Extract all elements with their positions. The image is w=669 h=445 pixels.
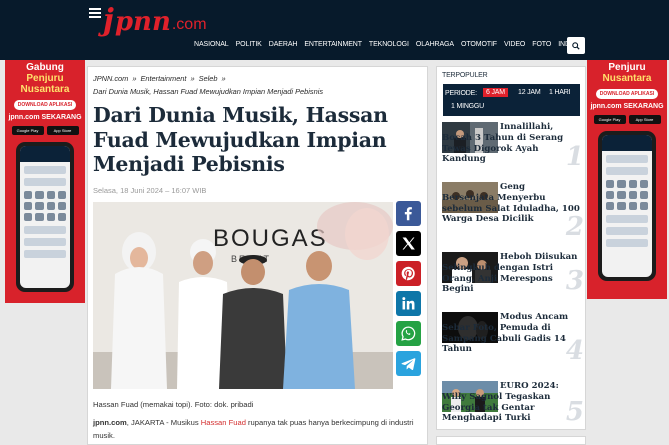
ad-headline: Gabung — [26, 62, 64, 73]
popular-rank: 1 — [565, 142, 584, 172]
period-tabs: Periode: 6 Jam 12 Jam 1 Hari 1 Minggu — [443, 84, 580, 116]
logo-pnn: pnn — [114, 7, 171, 37]
ad-store-badges: Google Play App Store — [587, 115, 667, 124]
body-tag-link[interactable]: Hassan Fuad — [201, 418, 246, 427]
ad-subheadline: Penjuru Nusantara — [20, 73, 70, 95]
ad-download-badge: DOWNLOAD APLIKASI — [596, 89, 658, 99]
popular-title[interactable]: EURO 2024: Willy Sagnol Tegaskan Georgia… — [442, 381, 580, 424]
ad-banner-left[interactable]: Gabung Penjuru Nusantara DOWNLOAD APLIKA… — [5, 60, 85, 303]
search-button[interactable] — [567, 37, 585, 54]
share-linkedin-button[interactable] — [396, 291, 421, 316]
share-facebook-button[interactable] — [396, 201, 421, 226]
ad-download-badge: DOWNLOAD APLIKASI — [14, 100, 76, 110]
app-store-badge: App Store — [628, 115, 661, 124]
logo-j: j — [103, 3, 114, 38]
phone-mockup — [16, 142, 74, 292]
article-photo: BOUGAS BEAUT — [93, 202, 393, 389]
popular-item[interactable]: Heboh Diisukan Selingkuh dengan Istri Or… — [442, 252, 584, 306]
google-play-badge: Google Play — [11, 126, 44, 135]
phone-mockup — [598, 131, 656, 281]
body-lead: , JAKARTA - Musikus — [126, 418, 201, 427]
popular-title[interactable]: Innalillahi, Bocah 3 Tahun di Serang Tew… — [442, 122, 580, 165]
tab-1-minggu[interactable]: 1 Minggu — [448, 102, 487, 111]
article-date: Selasa, 18 Juni 2024 – 16:07 WIB — [93, 186, 207, 195]
breadcrumb-separator: » — [221, 74, 226, 83]
popular-item[interactable]: Modus Ancam Sebar Foto, Pemuda di Sampan… — [442, 312, 584, 376]
ad-subheadline: Nusantara — [602, 73, 652, 84]
sidebar-next-widget — [436, 436, 586, 445]
tab-1-hari[interactable]: 1 Hari — [546, 88, 573, 97]
nav-daerah[interactable]: Daerah — [269, 41, 298, 48]
popular-heading: Terpopuler — [442, 72, 488, 79]
article-body: jpnn.com, JAKARTA - Musikus Hassan Fuad … — [93, 416, 423, 442]
search-icon — [572, 41, 580, 50]
nav-nasional[interactable]: Nasional — [194, 41, 229, 48]
share-telegram-button[interactable] — [396, 351, 421, 376]
nav-politik[interactable]: Politik — [236, 41, 262, 48]
popular-title[interactable]: Heboh Diisukan Selingkuh dengan Istri Or… — [442, 252, 580, 295]
popular-rank: 4 — [565, 336, 584, 366]
logo-com: .com — [171, 16, 207, 33]
ad-banner-right[interactable]: Penjuru Nusantara DOWNLOAD APLIKASI jpnn… — [587, 60, 667, 299]
photo-sign-text: BOUGAS — [213, 225, 328, 252]
ad-headline: Penjuru — [608, 62, 646, 73]
article-title: Dari Dunia Musik, Hassan Fuad Mewujudkan… — [93, 103, 388, 176]
ad-store-badges: Google Play App Store — [5, 126, 85, 135]
share-pinterest-button[interactable] — [396, 261, 421, 286]
site-logo[interactable]: j pnn .com — [103, 3, 207, 38]
period-label: Periode: — [445, 90, 477, 97]
breadcrumb-separator: » — [132, 74, 137, 83]
facebook-icon — [404, 207, 412, 221]
nav-entertainment[interactable]: Entertainment — [304, 41, 362, 48]
main-nav: Nasional Politik Daerah Entertainment Te… — [194, 41, 591, 48]
nav-otomotif[interactable]: Otomotif — [461, 41, 497, 48]
x-icon — [402, 237, 415, 250]
popular-title[interactable]: Modus Ancam Sebar Foto, Pemuda di Sampan… — [442, 312, 580, 355]
article-container: JPNN.com» Entertainment» Seleb» Dari Dunia… — [87, 66, 428, 445]
share-whatsapp-button[interactable] — [396, 321, 421, 346]
google-play-badge: Google Play — [593, 115, 626, 124]
tab-12-jam[interactable]: 12 Jam — [515, 88, 544, 97]
popular-item[interactable]: Innalillahi, Bocah 3 Tahun di Serang Tew… — [442, 122, 584, 184]
share-x-button[interactable] — [396, 231, 421, 256]
body-source: jpnn.com — [93, 418, 127, 427]
site-header: j pnn .com Nasional Politik Daerah Enterta… — [0, 0, 669, 60]
popular-rank: 5 — [565, 397, 584, 427]
whatsapp-icon — [401, 326, 416, 341]
popular-rank: 2 — [565, 212, 584, 242]
ad-site-text: jpnn.com SEKARANG — [8, 114, 82, 121]
breadcrumb: JPNN.com» Entertainment» Seleb» Dari Dunia… — [93, 72, 423, 98]
breadcrumb-seleb[interactable]: Seleb — [199, 74, 218, 83]
breadcrumb-separator: » — [190, 74, 195, 83]
nav-video[interactable]: Video — [504, 41, 525, 48]
popular-title[interactable]: Geng Bersenjata Menyerbu sebelum Salat I… — [442, 182, 580, 225]
popular-rank: 3 — [565, 266, 584, 296]
telegram-icon — [401, 358, 416, 371]
tab-6-jam[interactable]: 6 Jam — [483, 88, 508, 97]
nav-foto[interactable]: Foto — [532, 41, 551, 48]
popular-sidebar: Terpopuler Periode: 6 Jam 12 Jam 1 Hari … — [436, 66, 586, 430]
app-store-badge: App Store — [46, 126, 79, 135]
nav-teknologi[interactable]: Teknologi — [369, 41, 409, 48]
linkedin-icon — [402, 297, 415, 310]
popular-item[interactable]: Geng Bersenjata Menyerbu sebelum Salat I… — [442, 182, 584, 246]
pinterest-icon — [401, 266, 415, 281]
menu-icon[interactable] — [89, 8, 101, 18]
photo-caption: Hassan Fuad (memakai topi). Foto: dok. p… — [93, 400, 254, 409]
breadcrumb-entertainment[interactable]: Entertainment — [140, 74, 186, 83]
ad-site-text: jpnn.com SEKARANG — [590, 103, 664, 110]
breadcrumb-current: Dari Dunia Musik, Hassan Fuad Mewujudkan… — [93, 87, 324, 96]
breadcrumb-home[interactable]: JPNN.com — [93, 74, 128, 83]
nav-olahraga[interactable]: Olahraga — [416, 41, 454, 48]
popular-item[interactable]: EURO 2024: Willy Sagnol Tegaskan Georgia… — [442, 381, 584, 429]
